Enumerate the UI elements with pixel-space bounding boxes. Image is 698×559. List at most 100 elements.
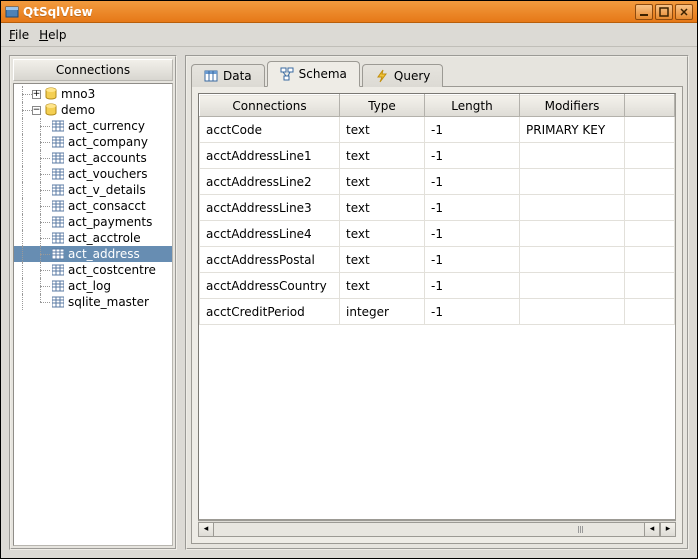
scroll-right-button[interactable]: ◂ xyxy=(644,522,660,537)
menu-help[interactable]: Help xyxy=(39,28,66,42)
horizontal-scrollbar[interactable]: ◂ ◂ ▸ xyxy=(198,520,676,537)
column-header[interactable]: Connections xyxy=(200,95,340,117)
table-cell: acctAddressLine2 xyxy=(200,169,340,195)
connections-header[interactable]: Connections xyxy=(13,59,173,81)
table-cell: acctAddressPostal xyxy=(200,247,340,273)
tree-node-label: act_address xyxy=(68,247,140,261)
scrollbar-track[interactable] xyxy=(214,522,644,537)
table-cell: text xyxy=(340,117,425,143)
table-row[interactable]: acctCodetext-1PRIMARY KEY xyxy=(200,117,675,143)
connections-panel: Connections +mno3−demoact_currencyact_co… xyxy=(9,55,177,550)
table-row[interactable]: acctAddressLine4text-1 xyxy=(200,221,675,247)
connections-header-label: Connections xyxy=(56,63,130,77)
tree-node-label: demo xyxy=(61,103,95,117)
table-cell xyxy=(520,143,625,169)
table-icon xyxy=(51,295,65,309)
tree-node-db[interactable]: − demo xyxy=(14,102,172,118)
tree-node-table[interactable]: act_acctrole xyxy=(14,230,172,246)
column-header[interactable]: Modifiers xyxy=(520,95,625,117)
schema-table-container[interactable]: ConnectionsTypeLengthModifiers acctCodet… xyxy=(198,93,676,520)
table-row[interactable]: acctAddressLine1text-1 xyxy=(200,143,675,169)
main-panel: Data Schema Query ConnectionsTypeLengthMod… xyxy=(185,55,689,550)
table-cell: text xyxy=(340,247,425,273)
table-row[interactable]: acctAddressLine3text-1 xyxy=(200,195,675,221)
table-cell: acctCode xyxy=(200,117,340,143)
table-icon xyxy=(51,151,65,165)
table-icon xyxy=(51,263,65,277)
scroll-right-button-2[interactable]: ▸ xyxy=(660,522,676,537)
table-cell: text xyxy=(340,169,425,195)
table-cell: acctCreditPeriod xyxy=(200,299,340,325)
table-icon xyxy=(204,69,218,83)
tree-node-table[interactable]: act_consacct xyxy=(14,198,172,214)
table-cell: text xyxy=(340,273,425,299)
table-header-row: ConnectionsTypeLengthModifiers xyxy=(200,95,675,117)
tree-node-table[interactable]: act_vouchers xyxy=(14,166,172,182)
table-cell: acctAddressLine3 xyxy=(200,195,340,221)
scroll-left-button[interactable]: ◂ xyxy=(198,522,214,537)
table-cell xyxy=(625,117,675,143)
table-icon xyxy=(51,231,65,245)
table-cell xyxy=(625,221,675,247)
tab-data[interactable]: Data xyxy=(191,64,265,87)
table-cell xyxy=(625,247,675,273)
table-cell xyxy=(625,299,675,325)
tree-node-table[interactable]: act_payments xyxy=(14,214,172,230)
table-cell xyxy=(520,195,625,221)
tree-node-label: act_log xyxy=(68,279,111,293)
table-cell: -1 xyxy=(425,247,520,273)
tree-node-table[interactable]: act_v_details xyxy=(14,182,172,198)
tree-node-label: act_payments xyxy=(68,215,152,229)
tree-node-table[interactable]: act_log xyxy=(14,278,172,294)
tree-node-table[interactable]: act_costcentre xyxy=(14,262,172,278)
table-icon xyxy=(51,279,65,293)
table-cell: -1 xyxy=(425,273,520,299)
tree-node-table[interactable]: act_address xyxy=(14,246,172,262)
tree-node-db[interactable]: + mno3 xyxy=(14,86,172,102)
column-header[interactable]: Type xyxy=(340,95,425,117)
tree-node-label: mno3 xyxy=(61,87,95,101)
expand-icon[interactable]: + xyxy=(32,90,41,99)
table-cell xyxy=(625,273,675,299)
table-row[interactable]: acctAddressLine2text-1 xyxy=(200,169,675,195)
table-cell: text xyxy=(340,195,425,221)
tree-node-table[interactable]: act_accounts xyxy=(14,150,172,166)
table-cell: acctAddressLine1 xyxy=(200,143,340,169)
tree-node-label: act_consacct xyxy=(68,199,146,213)
table-icon xyxy=(51,199,65,213)
tree-node-label: act_company xyxy=(68,135,148,149)
table-row[interactable]: acctAddressCountrytext-1 xyxy=(200,273,675,299)
minimize-button[interactable] xyxy=(635,4,653,20)
maximize-button[interactable] xyxy=(655,4,673,20)
table-icon xyxy=(51,167,65,181)
titlebar[interactable]: QtSqlView xyxy=(1,1,697,23)
table-icon xyxy=(51,119,65,133)
tab-label: Schema xyxy=(299,67,347,81)
tab-bar: Data Schema Query xyxy=(191,61,683,87)
column-header[interactable] xyxy=(625,95,675,117)
tree-node-table[interactable]: act_currency xyxy=(14,118,172,134)
menubar: File Help xyxy=(1,23,697,47)
tree-node-table[interactable]: act_company xyxy=(14,134,172,150)
tab-schema[interactable]: Schema xyxy=(267,61,360,87)
menu-file[interactable]: File xyxy=(9,28,29,42)
tab-query[interactable]: Query xyxy=(362,64,443,87)
tree-node-table[interactable]: sqlite_master xyxy=(14,294,172,310)
table-cell: acctAddressCountry xyxy=(200,273,340,299)
app-icon xyxy=(5,5,19,19)
tab-body-schema: ConnectionsTypeLengthModifiers acctCodet… xyxy=(191,86,683,544)
table-cell: -1 xyxy=(425,169,520,195)
column-header[interactable]: Length xyxy=(425,95,520,117)
table-cell: -1 xyxy=(425,299,520,325)
collapse-icon[interactable]: − xyxy=(32,106,41,115)
table-row[interactable]: acctCreditPeriodinteger-1 xyxy=(200,299,675,325)
content-area: Connections +mno3−demoact_currencyact_co… xyxy=(1,47,697,558)
table-row[interactable]: acctAddressPostaltext-1 xyxy=(200,247,675,273)
connections-tree[interactable]: +mno3−demoact_currencyact_companyact_acc… xyxy=(13,83,173,546)
database-icon xyxy=(44,87,58,101)
close-button[interactable] xyxy=(675,4,693,20)
tab-label: Data xyxy=(223,69,252,83)
tree-node-label: act_costcentre xyxy=(68,263,156,277)
table-cell xyxy=(520,247,625,273)
table-icon xyxy=(51,183,65,197)
